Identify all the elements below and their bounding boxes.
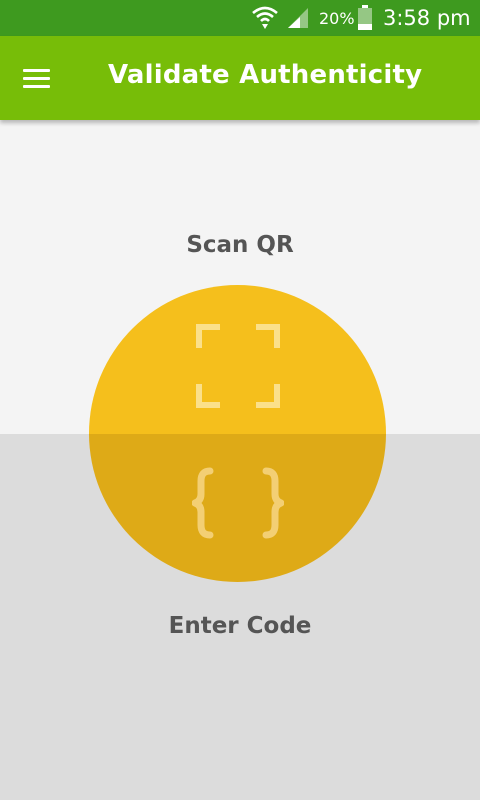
action-circle [89,285,386,582]
hamburger-icon-line [22,84,50,88]
qr-scan-icon [196,324,280,408]
hamburger-icon-line [22,76,50,80]
signal-icon [286,7,310,33]
battery-percent: 20% [319,9,355,28]
status-bar: 20% 3:58 pm [0,0,480,36]
code-braces-icon [192,467,284,539]
battery-icon [357,5,373,35]
menu-button[interactable] [14,58,58,98]
hamburger-icon-line [22,68,50,72]
scan-qr-label[interactable]: Scan QR [0,232,480,258]
app-bar: Validate Authenticity [0,36,480,120]
status-clock: 3:58 pm [383,6,471,30]
page-title: Validate Authenticity [108,60,423,90]
enter-code-label[interactable]: Enter Code [0,613,480,639]
wifi-icon [252,4,278,34]
